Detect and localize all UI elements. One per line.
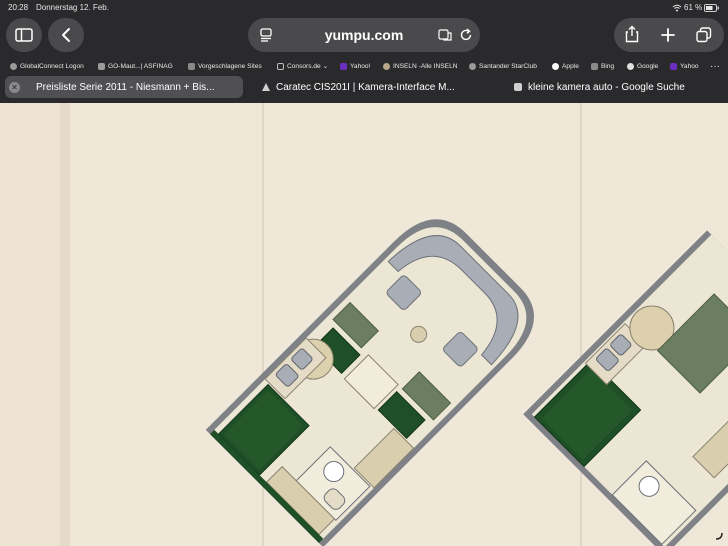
favorite-label: Bing bbox=[601, 62, 615, 70]
favorite-bing[interactable]: Bing bbox=[591, 60, 614, 72]
wifi-icon bbox=[672, 4, 682, 12]
yahoo-icon bbox=[340, 62, 347, 70]
favorite-label: Consors.de bbox=[287, 62, 321, 70]
site-icon bbox=[188, 62, 195, 70]
tab-caratec[interactable]: Caratec CIS201I | Kamera-Interface M... bbox=[262, 76, 500, 98]
site-icon bbox=[591, 62, 598, 70]
favorite-asfinag[interactable]: GO-Maut...| ASFINAG bbox=[98, 60, 173, 72]
google-icon bbox=[514, 83, 522, 91]
favorite-label: Google bbox=[637, 62, 659, 70]
battery-percent: 61 % bbox=[684, 3, 703, 12]
sidebar-icon bbox=[15, 28, 33, 42]
favorite-label: INSELN -Alle INSELN bbox=[393, 62, 458, 70]
tab-label: Caratec CIS201I | Kamera-Interface M... bbox=[276, 81, 455, 93]
globe-icon bbox=[469, 62, 476, 70]
favorite-google[interactable]: Google bbox=[627, 60, 658, 72]
web-page-content bbox=[0, 103, 728, 546]
translate-icon[interactable] bbox=[438, 29, 452, 41]
back-icon bbox=[62, 28, 70, 42]
favorite-label: Yahoo bbox=[680, 62, 699, 70]
address-bar[interactable]: yumpu.com bbox=[248, 18, 480, 52]
favorite-yahoo[interactable]: Yahoo bbox=[670, 60, 699, 72]
favorite-label: Apple bbox=[562, 62, 579, 70]
site-icon bbox=[383, 62, 390, 70]
status-time: 20:28 bbox=[8, 3, 29, 12]
status-date: Donnerstag 12. Feb. bbox=[36, 3, 109, 12]
google-icon bbox=[627, 62, 634, 70]
favorite-apple[interactable]: Apple bbox=[552, 60, 579, 72]
toolbar-actions bbox=[614, 18, 724, 52]
tabs-icon[interactable] bbox=[696, 27, 712, 43]
favorite-label: GO-Maut...| ASFINAG bbox=[108, 62, 173, 70]
apple-icon bbox=[552, 62, 559, 70]
more-icon: ··· bbox=[710, 60, 720, 72]
tab-label: Preisliste Serie 2011 - Niesmann + Bis..… bbox=[36, 81, 215, 93]
tab-label: kleine kamera auto - Google Suche bbox=[528, 81, 685, 93]
back-button[interactable] bbox=[48, 18, 84, 52]
favorite-inseln[interactable]: INSELN -Alle INSELN bbox=[383, 60, 458, 72]
favorite-label: Yahoo! bbox=[350, 62, 371, 70]
favorite-yahoo-news[interactable]: Yahoo! bbox=[340, 60, 370, 72]
folder-icon bbox=[277, 62, 284, 70]
floor-plan-image bbox=[0, 103, 728, 546]
favorite-label: GlobalConnect Logon bbox=[20, 62, 84, 70]
favorites-more-button[interactable]: ··· bbox=[710, 60, 720, 72]
site-icon bbox=[98, 62, 105, 70]
reload-icon[interactable] bbox=[459, 28, 473, 42]
favorite-label: Vorgeschlagene Sites bbox=[198, 62, 262, 70]
plus-icon[interactable] bbox=[661, 28, 675, 42]
favorite-label: Santander StarClub bbox=[479, 62, 537, 70]
favorite-globalconnect[interactable]: GlobalConnect Logon bbox=[10, 60, 84, 72]
browser-chrome: 20:28 Donnerstag 12. Feb. 61 % yumpu.com… bbox=[0, 0, 728, 103]
yahoo-icon bbox=[670, 62, 677, 70]
battery-icon bbox=[704, 4, 719, 12]
globe-icon bbox=[10, 62, 17, 70]
site-icon bbox=[262, 83, 270, 91]
favorite-consors-folder[interactable]: Consors.de ⌄ bbox=[277, 60, 328, 72]
sidebar-button[interactable] bbox=[6, 18, 42, 52]
tab-google-search[interactable]: kleine kamera auto - Google Suche bbox=[514, 76, 724, 98]
close-icon[interactable]: ✕ bbox=[9, 81, 20, 93]
favorite-santander[interactable]: Santander StarClub bbox=[469, 60, 537, 72]
share-icon[interactable] bbox=[625, 25, 639, 43]
tab-preisliste[interactable]: ✕ Preisliste Serie 2011 - Niesmann + Bis… bbox=[5, 76, 243, 98]
chevron-down-icon: ⌄ bbox=[322, 63, 329, 70]
favorite-suggested-sites[interactable]: Vorgeschlagene Sites bbox=[188, 60, 262, 72]
